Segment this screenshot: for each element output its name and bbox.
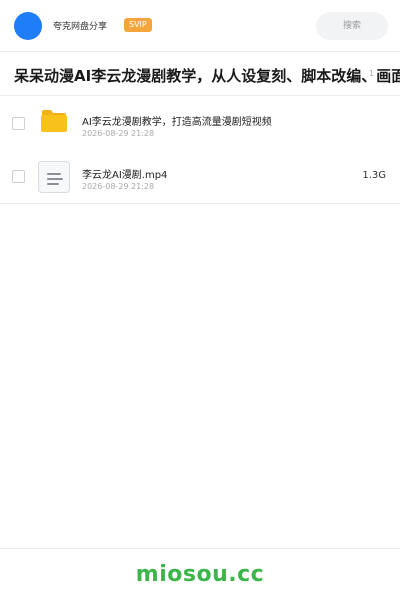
- list-item[interactable]: 李云龙AI漫剧.mp4 2026-08-29 21:28 1.3G: [0, 150, 400, 204]
- page-title: 呆呆动漫AI李云龙漫剧教学，从人设复刻、脚本改编、画面: [14, 67, 400, 85]
- list-item[interactable]: AI李云龙漫剧教学，打造高流量漫剧短视频 2026-08-29 21:28: [0, 97, 400, 151]
- search-input[interactable]: 搜索: [316, 12, 388, 40]
- brand-name: 夸克网盘分享: [53, 22, 108, 32]
- file-name: 李云龙AI漫剧.mp4: [82, 170, 168, 181]
- avatar[interactable]: [14, 12, 42, 40]
- file-size: 1.3G: [362, 170, 386, 181]
- header: 夸克网盘分享 SVIP 搜索: [0, 0, 400, 52]
- svip-badge: SVIP: [124, 18, 152, 32]
- select-checkbox[interactable]: [12, 117, 25, 130]
- select-checkbox[interactable]: [12, 170, 25, 183]
- file-date: 2026-08-29 21:28: [82, 182, 155, 191]
- share-title-bar: 呆呆动漫AI李云龙漫剧教学，从人设复刻、脚本改编、画面 1: [0, 53, 400, 96]
- watermark: miosou.cc: [135, 562, 265, 587]
- file-count: 1: [366, 69, 374, 78]
- share-page: 夸克网盘分享 SVIP 搜索 呆呆动漫AI李云龙漫剧教学，从人设复刻、脚本改编、…: [0, 0, 400, 600]
- file-name: AI李云龙漫剧教学，打造高流量漫剧短视频: [82, 117, 272, 128]
- file-date: 2026-08-29 21:28: [82, 129, 155, 138]
- footer: miosou.cc: [0, 548, 400, 600]
- document-icon: [38, 161, 70, 193]
- folder-icon: [41, 110, 67, 132]
